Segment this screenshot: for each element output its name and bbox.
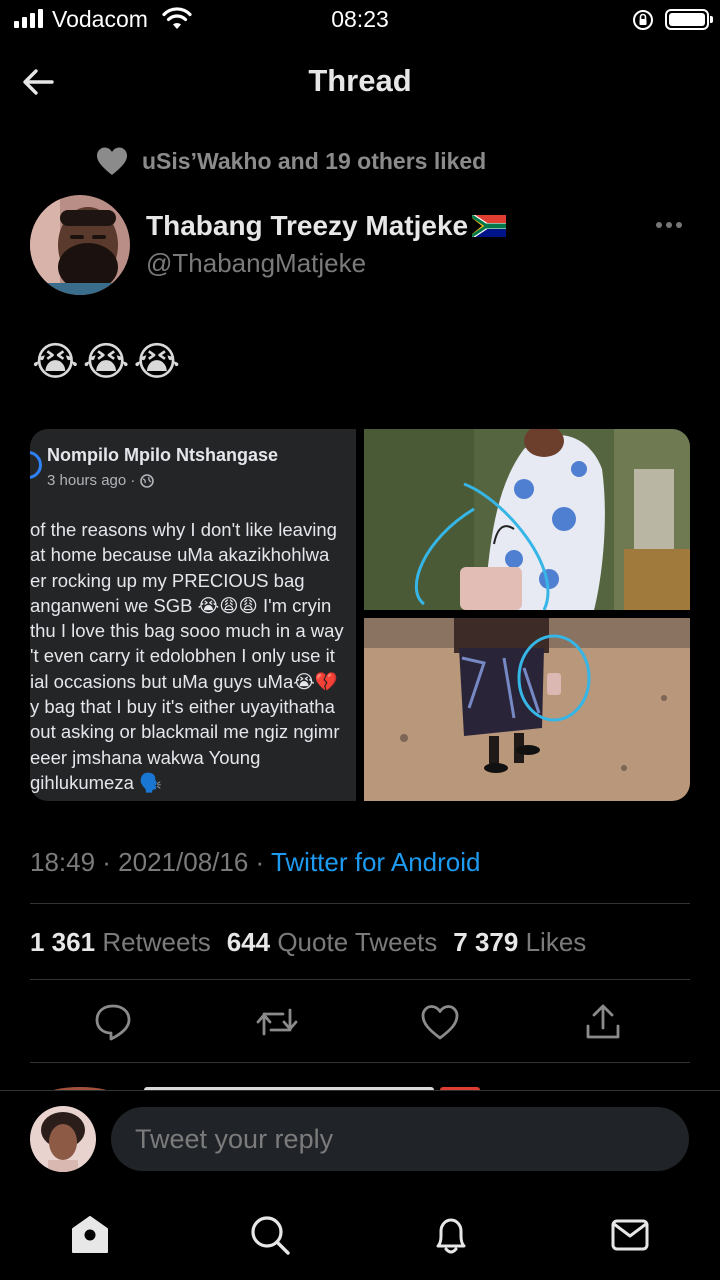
orientation-lock-icon <box>633 10 653 30</box>
search-icon <box>251 1216 290 1255</box>
facebook-screenshot[interactable]: Nompilo Mpilo Ntshangase 3 hours ago · o… <box>30 429 356 801</box>
nav-home[interactable] <box>68 1213 112 1257</box>
photo-woman-with-bag[interactable] <box>364 429 690 610</box>
engagement-stats: 1 361 Retweets 644 Quote Tweets 7 379 Li… <box>30 927 586 958</box>
fb-line: eeer jmshana wakwa Young <box>30 746 261 768</box>
retweet-icon <box>256 1008 298 1036</box>
tweet-text: 😭😭😭 <box>32 340 185 384</box>
nav-search[interactable] <box>248 1213 292 1257</box>
home-icon <box>72 1216 108 1253</box>
share-icon <box>586 1004 620 1039</box>
fb-line: out asking or blackmail me ngiz ngimr <box>30 721 340 743</box>
south-africa-flag-icon <box>472 215 507 237</box>
social-context: uSis’Wakho and 19 others liked <box>96 146 486 176</box>
retweets-stat[interactable]: 1 361 Retweets <box>30 927 211 958</box>
fb-line: of the reasons why I don't like leaving <box>30 519 337 540</box>
next-reply-peek <box>40 1080 690 1090</box>
profile-ring-icon <box>30 451 42 479</box>
client-link[interactable]: Twitter for Android <box>271 847 481 877</box>
fb-line: ial occasions but uMa guys uMa😭💔 <box>30 670 338 692</box>
divider <box>30 903 690 904</box>
fb-line: y bag that I buy it's either uyayithatha <box>30 696 335 718</box>
divider <box>30 979 690 980</box>
fb-post-text: of the reasons why I don't like leaving … <box>30 517 356 795</box>
status-bar: Vodacom 08:23 <box>0 0 720 40</box>
like-button[interactable] <box>418 1000 462 1044</box>
tweet-media[interactable]: Nompilo Mpilo Ntshangase 3 hours ago · o… <box>30 429 690 801</box>
reply-icon <box>95 1004 131 1041</box>
fb-author-name: Nompilo Mpilo Ntshangase <box>47 445 279 465</box>
more-options-button[interactable] <box>656 222 682 228</box>
heart-icon <box>97 147 127 175</box>
author-avatar[interactable] <box>30 195 130 295</box>
divider <box>30 1062 690 1063</box>
author-name[interactable]: Thabang Treezy Matjeke <box>146 210 507 242</box>
page-title: Thread <box>308 63 412 98</box>
reply-input[interactable] <box>111 1107 689 1171</box>
fb-line: er rocking up my PRECIOUS bag <box>30 569 305 591</box>
photo-mother-with-bag[interactable] <box>364 618 690 801</box>
fb-line: 't even carry it edolobhen I only use it <box>30 645 335 667</box>
nav-notifications[interactable] <box>429 1213 473 1257</box>
likes-stat[interactable]: 7 379 Likes <box>453 927 586 958</box>
like-icon <box>421 1005 459 1040</box>
clock: 08:23 <box>331 6 389 32</box>
share-button[interactable] <box>581 1000 625 1044</box>
user-avatar[interactable] <box>30 1106 96 1172</box>
globe-icon <box>140 473 155 488</box>
nav-messages[interactable] <box>608 1213 652 1257</box>
retweet-button[interactable] <box>255 1000 299 1044</box>
messages-icon <box>611 1219 649 1251</box>
social-context-text: uSis’Wakho and 19 others liked <box>142 147 487 174</box>
quote-tweets-stat[interactable]: 644 Quote Tweets <box>227 927 438 958</box>
notifications-icon <box>436 1218 466 1254</box>
fb-line: anganweni we SGB 😭😩😩 I'm cryin <box>30 594 332 616</box>
fb-line: at home because uMa akazikhohlwa <box>30 544 330 566</box>
reply-button[interactable] <box>91 1000 135 1044</box>
battery-icon <box>665 9 713 30</box>
tweet-timestamp: 18:49 · 2021/08/16 · Twitter for Android <box>30 847 481 877</box>
fb-post-meta: 3 hours ago · <box>47 472 155 489</box>
fb-line: thu I love this bag sooo much in a way <box>30 620 344 642</box>
fb-line: gihlukumeza 🗣️ <box>30 771 163 793</box>
author-handle[interactable]: @ThabangMatjeke <box>146 248 366 279</box>
